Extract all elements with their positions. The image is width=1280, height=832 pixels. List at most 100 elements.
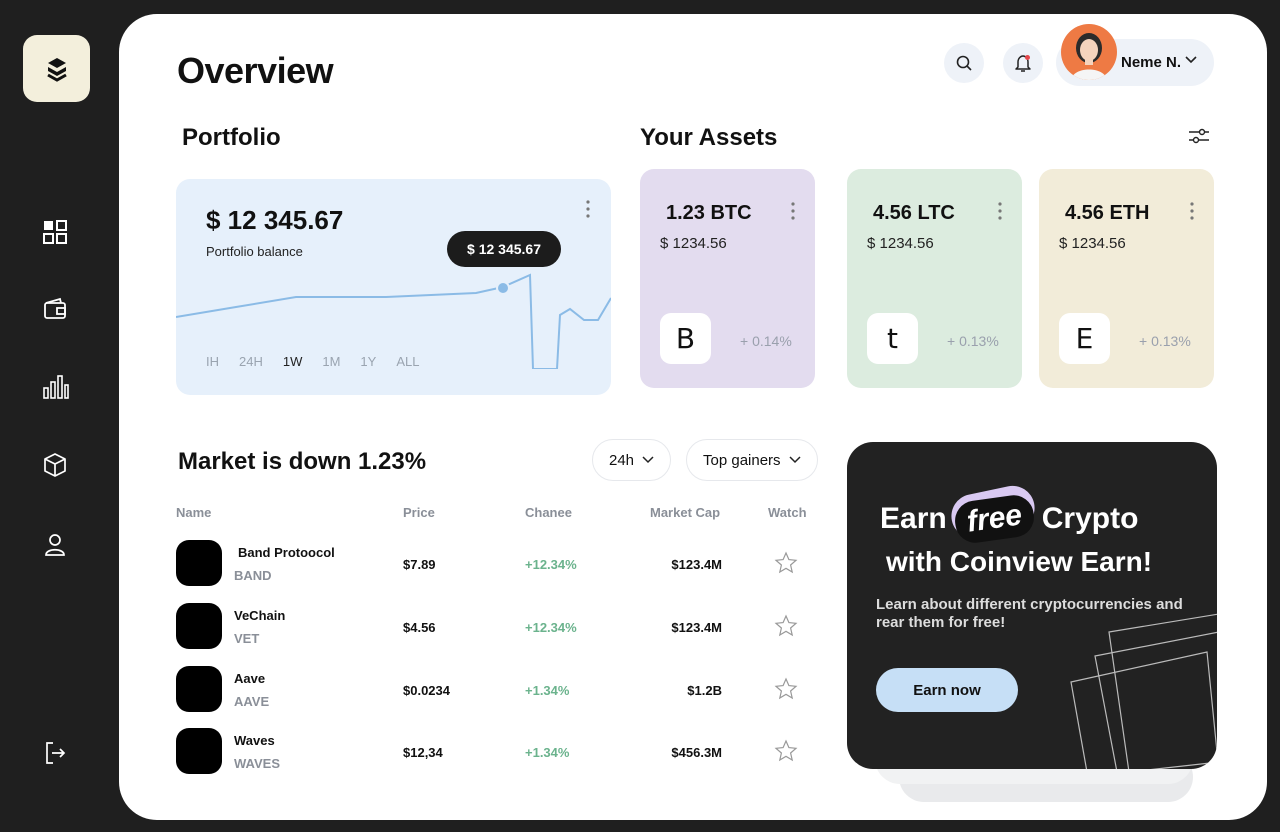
range-24h[interactable]: 24H: [239, 354, 263, 369]
assets-title: Your Assets: [640, 124, 778, 151]
coin-logo: [176, 603, 222, 649]
range-1m[interactable]: 1M: [322, 354, 340, 369]
page-title: Overview: [177, 50, 334, 91]
earn-now-button[interactable]: Earn now: [876, 668, 1018, 712]
more-icon[interactable]: [995, 201, 1005, 221]
promo-subheadline: with Coinview Earn!: [886, 546, 1153, 577]
search-icon: [956, 55, 972, 71]
asset-amount: 1.23 BTC: [666, 202, 752, 224]
promo-headline: Earn free Crypto: [880, 481, 1139, 546]
coin-price: $0.0234: [403, 683, 450, 698]
coin-symbol: BAND: [234, 568, 272, 583]
asset-change: + 0.14%: [740, 333, 792, 349]
portfolio-balance: $ 12 345.67: [206, 205, 344, 235]
coin-market-cap: $123.4M: [671, 557, 722, 572]
logo-icon: [46, 57, 67, 82]
nav-profile-icon[interactable]: [39, 529, 71, 561]
star-icon[interactable]: [774, 739, 798, 763]
portfolio-line-chart: [176, 273, 611, 369]
ltc-logo: t: [867, 313, 918, 364]
star-icon[interactable]: [774, 551, 798, 575]
col-watch[interactable]: Watch: [768, 505, 807, 520]
asset-card-btc[interactable]: 1.23 BTC $ 1234.56 B + 0.14%: [640, 169, 815, 388]
portfolio-balance-label: Portfolio balance: [206, 244, 303, 259]
free-badge: free: [947, 481, 1039, 546]
chart-marker[interactable]: [498, 283, 508, 293]
more-icon[interactable]: [1187, 201, 1197, 221]
range-1y[interactable]: 1Y: [360, 354, 376, 369]
table-row[interactable]: Aave AAVE $0.0234 +1.34% $1.2B: [176, 664, 816, 714]
star-icon[interactable]: [774, 677, 798, 701]
star-icon[interactable]: [774, 614, 798, 638]
period-dropdown[interactable]: 24h: [592, 439, 672, 481]
chart-tooltip: $ 12 345.67: [447, 231, 561, 267]
coin-symbol: WAVES: [234, 756, 280, 771]
app-logo[interactable]: [23, 35, 90, 102]
asset-value: $ 1234.56: [867, 235, 934, 252]
coin-name: VeChain: [234, 608, 286, 623]
sidebar: [0, 0, 118, 832]
asset-card-ltc[interactable]: 4.56 LTC $ 1234.56 t + 0.13%: [847, 169, 1022, 388]
coin-change: +12.34%: [525, 620, 577, 635]
table-row[interactable]: VeChain VET $4.56 +12.34% $123.4M: [176, 601, 816, 651]
promo-earn: Earn: [880, 502, 947, 535]
nav-wallet-icon[interactable]: [39, 293, 71, 325]
chevron-down-icon: [642, 456, 654, 464]
btc-logo: B: [660, 313, 711, 364]
more-icon[interactable]: [578, 199, 598, 219]
coin-price: $7.89: [403, 557, 436, 572]
coin-logo: [176, 540, 222, 586]
portfolio-card: $ 12 345.67 Portfolio balance $ 12 345.6…: [176, 179, 611, 395]
coin-price: $12,34: [403, 745, 443, 760]
nav-chart-icon[interactable]: [39, 371, 71, 403]
asset-value: $ 1234.56: [660, 235, 727, 252]
coin-market-cap: $123.4M: [671, 620, 722, 635]
search-button[interactable]: [944, 43, 984, 83]
more-icon[interactable]: [788, 201, 798, 221]
asset-change: + 0.13%: [1139, 333, 1191, 349]
asset-value: $ 1234.56: [1059, 235, 1126, 252]
asset-amount: 4.56 ETH: [1065, 202, 1150, 224]
nav-dashboard-icon[interactable]: [39, 216, 71, 248]
col-price[interactable]: Price: [403, 505, 435, 520]
coin-change: +12.34%: [525, 557, 577, 572]
coin-name: Aave: [234, 671, 266, 686]
portfolio-title: Portfolio: [182, 124, 281, 151]
coin-logo: [176, 666, 222, 712]
avatar[interactable]: [1061, 24, 1117, 80]
range-all[interactable]: ALL: [396, 354, 419, 369]
coin-name: Waves: [234, 733, 275, 748]
earn-promo-card: Earn free Crypto with Coinview Earn! Lea…: [847, 442, 1217, 769]
promo-description: Learn about different cryptocurrencies a…: [876, 596, 1183, 631]
table-row[interactable]: Band Protoocol BAND $7.89 +12.34% $123.4…: [176, 538, 816, 588]
coin-change: +1.34%: [525, 683, 570, 698]
sort-value: Top gainers: [703, 451, 781, 469]
coin-symbol: AAVE: [234, 694, 270, 709]
eth-logo: E: [1059, 313, 1110, 364]
filter-icon[interactable]: [1188, 127, 1210, 145]
range-selector: IH 24H 1W 1M 1Y ALL: [206, 354, 439, 369]
bell-icon: [1015, 55, 1031, 72]
asset-card-eth[interactable]: 4.56 ETH $ 1234.56 E + 0.13%: [1039, 169, 1214, 388]
chevron-down-icon: [789, 456, 801, 464]
nav-box-icon[interactable]: [39, 449, 71, 481]
coin-logo: [176, 728, 222, 774]
market-title: Market is down 1.23%: [178, 448, 427, 475]
notifications-button[interactable]: [1003, 43, 1043, 83]
col-change[interactable]: Chanee: [525, 505, 572, 520]
sort-dropdown[interactable]: Top gainers: [686, 439, 818, 481]
range-1w[interactable]: 1W: [283, 354, 303, 369]
main-panel: Overview Neme N. Portfolio $ 12 345.67 P…: [119, 14, 1267, 820]
coin-name: Band Protoocol: [238, 545, 335, 560]
asset-amount: 4.56 LTC: [873, 202, 955, 224]
table-row[interactable]: Waves WAVES $12,34 +1.34% $456.3M: [176, 726, 816, 776]
col-market-cap[interactable]: Market Cap: [650, 505, 720, 520]
period-value: 24h: [609, 451, 635, 469]
coin-market-cap: $1.2B: [687, 683, 722, 698]
promo-crypto: Crypto: [1041, 502, 1139, 535]
logout-icon[interactable]: [39, 737, 71, 769]
coin-symbol: VET: [234, 631, 260, 646]
asset-change: + 0.13%: [947, 333, 999, 349]
range-1h[interactable]: IH: [206, 354, 219, 369]
col-name[interactable]: Name: [176, 505, 211, 520]
